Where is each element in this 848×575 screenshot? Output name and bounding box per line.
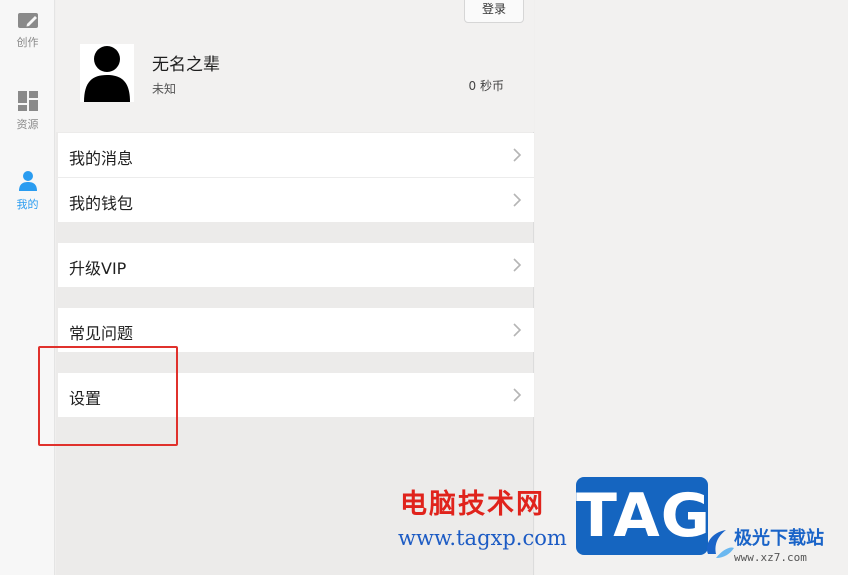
watermark-tag-logo: TAG (576, 477, 711, 555)
coin-balance: 0 秒币 (468, 79, 504, 93)
watermark-brand-url: www.xz7.com (734, 551, 807, 564)
nav-item-label: 资源 (16, 118, 39, 131)
menu-item-label: 我的钱包 (69, 194, 134, 213)
user-icon (18, 171, 37, 191)
watermark-title: 电脑技术网 (400, 489, 545, 520)
nav-item-mine[interactable]: 我的 (0, 170, 55, 230)
nav-rail: 创作 资源 我的 (0, 0, 55, 575)
nav-item-label: 我的 (16, 198, 39, 211)
grid-icon (17, 91, 38, 111)
menu-item-vip[interactable]: 升级VIP (58, 243, 534, 287)
menu-item-label: 我的消息 (69, 149, 134, 168)
chevron-right-icon (513, 323, 522, 337)
profile-header: 登录 无名之辈 未知 0 秒币 (56, 0, 534, 132)
user-name: 无名之辈 (152, 55, 220, 75)
avatar-icon (84, 46, 130, 102)
watermark-tag-text: TAG (576, 481, 711, 551)
menu-item-wallet[interactable]: 我的钱包 (58, 178, 534, 222)
highlight-box (38, 346, 178, 446)
chevron-right-icon (513, 388, 522, 402)
watermark-brand: 极光下载站 (734, 528, 824, 549)
edit-icon (17, 13, 38, 28)
menu-item-label: 升级VIP (69, 259, 127, 278)
nav-item-resources[interactable]: 资源 (0, 90, 55, 150)
watermark-url: www.tagxp.com (398, 526, 567, 550)
avatar (80, 44, 134, 102)
brand-logo-icon (706, 530, 734, 558)
menu-item-messages[interactable]: 我的消息 (58, 133, 534, 177)
nav-item-label: 创作 (16, 36, 39, 49)
chevron-right-icon (513, 148, 522, 162)
chevron-right-icon (513, 193, 522, 207)
chevron-right-icon (513, 258, 522, 272)
nav-item-create[interactable]: 创作 (0, 8, 55, 68)
user-status: 未知 (152, 82, 177, 96)
menu-item-label: 常见问题 (69, 324, 134, 343)
login-button[interactable]: 登录 (464, 0, 524, 23)
